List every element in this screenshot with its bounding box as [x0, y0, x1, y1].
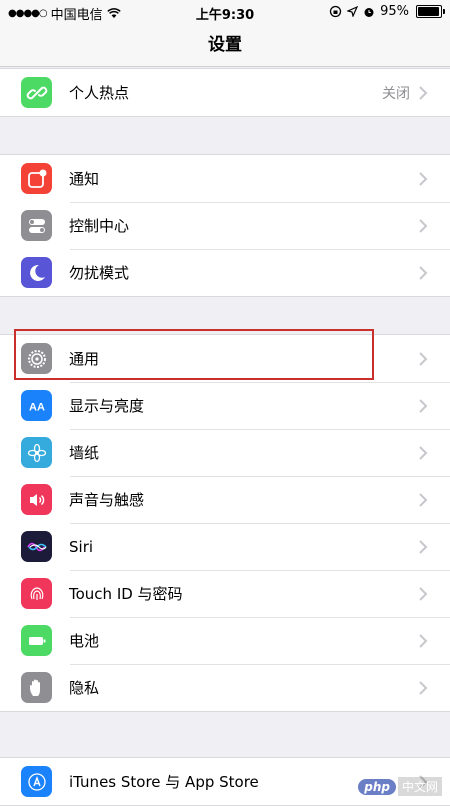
settings-row-display-brightness[interactable]: AA 显示与亮度	[0, 382, 450, 429]
settings-row-touch-id-passcode[interactable]: Touch ID 与密码	[0, 570, 450, 617]
settings-row-label: Siri	[69, 537, 94, 556]
chevron-right-icon	[419, 586, 428, 601]
settings-row-control-center[interactable]: 控制中心	[0, 202, 450, 249]
chevron-right-icon	[419, 680, 428, 695]
gear-icon	[21, 343, 52, 374]
settings-group-network: 个人热点 关闭	[0, 68, 450, 117]
settings-row-general[interactable]: 通用	[0, 335, 450, 382]
settings-row-label: 通知	[69, 170, 100, 188]
chevron-right-icon	[419, 218, 428, 233]
chevron-right-icon	[419, 171, 428, 186]
fingerprint-icon	[21, 578, 52, 609]
svg-text:AA: AA	[29, 401, 45, 413]
notifications-icon	[21, 163, 52, 194]
battery-status-icon	[416, 5, 445, 18]
settings-row-label: 隐私	[69, 679, 100, 697]
chevron-right-icon	[419, 445, 428, 460]
alarm-clock-icon	[364, 7, 374, 17]
settings-row-notifications[interactable]: 通知	[0, 155, 450, 202]
settings-row-label: 勿扰模式	[69, 264, 130, 282]
navigation-bar: 设置	[0, 24, 450, 67]
battery-icon	[21, 625, 52, 656]
settings-row-label: 电池	[69, 632, 100, 650]
settings-row-label: 声音与触感	[69, 491, 145, 509]
settings-row-label: 控制中心	[69, 217, 130, 235]
wallpaper-icon	[21, 437, 52, 468]
settings-row-label: 个人热点	[69, 84, 130, 102]
chevron-right-icon	[419, 539, 428, 554]
watermark-text: 中文网	[397, 777, 442, 796]
settings-row-battery[interactable]: 电池	[0, 617, 450, 664]
settings-row-label: Touch ID 与密码	[69, 585, 183, 603]
settings-group-general: 通用 AA 显示与亮度 墙纸 声音与触感 Siri Touch ID 与密码 电…	[0, 334, 450, 712]
hotspot-icon	[21, 77, 52, 108]
rotation-lock-icon	[329, 5, 342, 18]
app-store-icon	[21, 766, 52, 797]
chevron-right-icon	[419, 85, 428, 100]
settings-group-notifications: 通知 控制中心 勿扰模式	[0, 154, 450, 297]
settings-row-wallpaper[interactable]: 墙纸	[0, 429, 450, 476]
chevron-right-icon	[419, 492, 428, 507]
settings-row-siri[interactable]: Siri	[0, 523, 450, 570]
sound-icon	[21, 484, 52, 515]
settings-row-do-not-disturb[interactable]: 勿扰模式	[0, 249, 450, 296]
battery-fill	[418, 7, 439, 16]
chevron-right-icon	[419, 351, 428, 366]
do-not-disturb-icon	[21, 257, 52, 288]
settings-row-label: 显示与亮度	[69, 397, 145, 415]
status-indicators: 95%	[329, 4, 445, 19]
settings-row-label: iTunes Store 与 App Store	[69, 773, 259, 791]
page-title: 设置	[208, 35, 242, 55]
battery-percentage: 95%	[380, 4, 409, 19]
status-bar: ●●●●○ 中国电信 上午9:30 95%	[0, 0, 450, 24]
chevron-right-icon	[419, 398, 428, 413]
control-center-icon	[21, 210, 52, 241]
chevron-right-icon	[419, 633, 428, 648]
watermark-badge: php	[358, 778, 396, 795]
settings-row-value: 关闭	[382, 85, 410, 102]
settings-row-privacy[interactable]: 隐私	[0, 664, 450, 711]
location-arrow-icon	[347, 6, 359, 17]
settings-row-personal-hotspot[interactable]: 个人热点 关闭	[0, 69, 450, 116]
watermark-logo: php 中文网	[358, 777, 442, 796]
settings-row-label: 墙纸	[69, 444, 100, 462]
display-icon: AA	[21, 390, 52, 421]
settings-row-sounds-haptics[interactable]: 声音与触感	[0, 476, 450, 523]
privacy-hand-icon	[21, 672, 52, 703]
siri-icon	[21, 531, 52, 562]
settings-row-label: 通用	[69, 350, 100, 368]
chevron-right-icon	[419, 265, 428, 280]
